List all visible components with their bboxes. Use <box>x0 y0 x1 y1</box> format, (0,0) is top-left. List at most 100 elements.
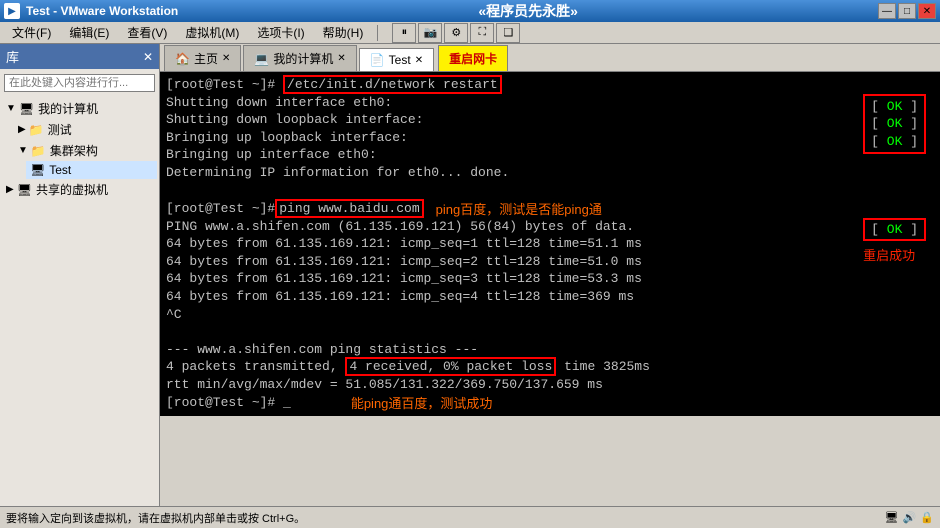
prompt-last: [root@Test ~]# _ <box>166 395 291 410</box>
pause-button[interactable]: ⏸ <box>392 23 416 43</box>
sidebar-item-label: 共享的虚拟机 <box>36 181 108 198</box>
sidebar-item-test-vm[interactable]: 🖥 Test <box>26 161 157 179</box>
title-bar: ▶ Test - VMware Workstation «程序员先永胜» — □… <box>0 0 940 22</box>
menu-separator <box>377 25 378 41</box>
ok-line-3: [ OK ] <box>871 133 918 151</box>
line-ping-data: PING www.a.shifen.com (61.135.169.121) 5… <box>166 218 934 236</box>
close-button[interactable]: ✕ <box>918 3 936 19</box>
sidebar-item-test-folder[interactable]: ▶ 📁 测试 <box>14 119 157 140</box>
toolbar: ⏸ 📷 ⚙ ⛶ ❑ <box>392 23 520 43</box>
status-bar: 要将输入定向到该虚拟机，请在虚拟机内部单击或按 Ctrl+G。 🖥 🔊 🔒 <box>0 506 940 528</box>
line-ip-info: Determining IP information for eth0... d… <box>166 164 934 182</box>
maximize-button[interactable]: □ <box>898 3 916 19</box>
line-bringing-loopback: Bringing up loopback interface: <box>166 129 934 147</box>
ok-text-1: OK <box>887 99 903 114</box>
ok-4-section: [ OK ] 重启成功 <box>863 218 926 264</box>
menu-tab[interactable]: 选项卡(I) <box>249 22 312 43</box>
annotation-ping: ping百度，测试是否能ping通 <box>436 199 602 218</box>
sidebar-header: 库 ✕ <box>0 44 159 69</box>
line-ctrl-c: ^C <box>166 306 934 324</box>
annotation-ping-success: 能ping通百度，测试成功 <box>351 393 493 412</box>
line-rtt: rtt min/avg/max/mdev = 51.085/131.322/36… <box>166 376 934 394</box>
app-icon: ▶ <box>4 3 20 19</box>
menu-view[interactable]: 查看(V) <box>119 22 175 43</box>
title-bar-left: ▶ Test - VMware Workstation <box>4 3 178 19</box>
tab-computer-close[interactable]: ✕ <box>337 53 345 64</box>
tab-computer-icon: 💻 <box>254 52 269 66</box>
sidebar-tree: ▼ 🖥 我的计算机 ▶ 📁 测试 ▼ 📁 集群架构 🖥 Test <box>0 96 159 506</box>
app-window: ▶ Test - VMware Workstation «程序员先永胜» — □… <box>0 0 940 528</box>
sidebar: 库 ✕ ▼ 🖥 我的计算机 ▶ 📁 测试 ▼ 📁 <box>0 44 160 506</box>
menu-file[interactable]: 文件(F) <box>4 22 59 43</box>
taskbar-icon-2: 🔊 <box>903 511 917 524</box>
tab-test-close[interactable]: ✕ <box>415 55 423 66</box>
tab-home-label: 主页 <box>194 50 218 67</box>
window-title: Test - VMware Workstation <box>26 4 178 18</box>
cluster-arrow: ▼ <box>18 145 28 156</box>
vm-icon: 🖥 <box>30 163 45 177</box>
statusbar-icons: 🖥 🔊 🔒 <box>885 511 934 524</box>
folder-icon: 📁 <box>29 123 44 137</box>
ok-line-1: [ OK ] <box>871 98 918 116</box>
sidebar-search-area <box>0 69 159 96</box>
terminal-wrapper: [root@Test ~]# /etc/init.d/network resta… <box>160 72 940 506</box>
sidebar-title: 库 <box>6 47 19 66</box>
tab-home-close[interactable]: ✕ <box>222 53 230 64</box>
unity-button[interactable]: ❑ <box>496 23 520 43</box>
title-center-text: «程序员先永胜» <box>178 1 878 21</box>
terminal-ok-section: Shutting down interface eth0: Shutting d… <box>166 94 934 182</box>
ok-text-4: OK <box>887 222 903 237</box>
menu-vm[interactable]: 虚拟机(M) <box>177 22 247 43</box>
minimize-button[interactable]: — <box>878 3 896 19</box>
computer-icon: 🖥 <box>19 102 34 116</box>
annotation-restart-success: 重启成功 <box>863 245 926 264</box>
tab-test-label: Test <box>389 53 411 67</box>
ok-text-3: OK <box>887 134 903 149</box>
line-icmp4: 64 bytes from 61.135.169.121: icmp_seq=4… <box>166 288 934 306</box>
snapshot-button[interactable]: 📷 <box>418 23 442 43</box>
cmd-ping: ping www.baidu.com <box>275 199 423 218</box>
prompt-ping: [root@Test ~]# <box>166 201 275 216</box>
line-ping-stats-header: --- www.a.shifen.com ping statistics --- <box>166 341 934 359</box>
sidebar-close-button[interactable]: ✕ <box>143 50 153 64</box>
fullscreen-button[interactable]: ⛶ <box>470 23 494 43</box>
sidebar-item-cluster[interactable]: ▼ 📁 集群架构 <box>14 140 157 161</box>
sidebar-item-shared-vm[interactable]: ▶ 🖥 共享的虚拟机 <box>2 179 157 200</box>
tab-restart-network[interactable]: 重启网卡 <box>438 45 508 71</box>
window-controls: — □ ✕ <box>878 3 936 19</box>
tab-test[interactable]: 📄 Test ✕ <box>359 48 434 71</box>
sidebar-item-label: 集群架构 <box>50 142 98 159</box>
blank-line-1 <box>166 181 934 199</box>
line-shutting-loopback: Shutting down loopback interface: <box>166 111 934 129</box>
search-input[interactable] <box>4 74 155 92</box>
line-icmp2: 64 bytes from 61.135.169.121: icmp_seq=2… <box>166 253 934 271</box>
line-bringing-eth0: Bringing up interface eth0: <box>166 146 934 164</box>
tab-computer-label: 我的计算机 <box>273 50 333 67</box>
tab-my-computer[interactable]: 💻 我的计算机 ✕ <box>243 45 356 71</box>
sidebar-item-label: Test <box>49 163 71 177</box>
received-highlight: 4 received, 0% packet loss <box>345 357 556 376</box>
sidebar-item-label: 我的计算机 <box>38 100 98 117</box>
expand-arrow: ▼ <box>6 103 16 114</box>
menu-bar: 文件(F) 编辑(E) 查看(V) 虚拟机(M) 选项卡(I) 帮助(H) ⏸ … <box>0 22 940 44</box>
line-icmp3: 64 bytes from 61.135.169.121: icmp_seq=3… <box>166 270 934 288</box>
tab-home[interactable]: 🏠 主页 ✕ <box>164 45 241 71</box>
blank-line-2 <box>166 323 934 341</box>
settings-button[interactable]: ⚙ <box>444 23 468 43</box>
menu-help[interactable]: 帮助(H) <box>315 22 372 43</box>
tab-bar: 🏠 主页 ✕ 💻 我的计算机 ✕ 📄 Test ✕ 重启网卡 <box>160 44 940 72</box>
cluster-icon: 📁 <box>31 144 46 158</box>
cmd-network-restart: /etc/init.d/network restart <box>283 75 502 94</box>
ok-line-2: [ OK ] <box>871 115 918 133</box>
terminal-line-1: [root@Test ~]# /etc/init.d/network resta… <box>166 76 934 94</box>
right-panel: 🏠 主页 ✕ 💻 我的计算机 ✕ 📄 Test ✕ 重启网卡 <box>160 44 940 506</box>
terminal[interactable]: [root@Test ~]# /etc/init.d/network resta… <box>160 72 940 416</box>
line-ping-stat: 4 packets transmitted, 4 received, 0% pa… <box>166 358 934 376</box>
sidebar-item-my-computer[interactable]: ▼ 🖥 我的计算机 <box>2 98 157 119</box>
taskbar-icon-3: 🔒 <box>920 511 934 524</box>
menu-edit[interactable]: 编辑(E) <box>61 22 117 43</box>
status-text: 要将输入定向到该虚拟机，请在虚拟机内部单击或按 Ctrl+G。 <box>6 510 305 526</box>
shared-icon: 🖥 <box>17 183 32 197</box>
terminal-ping-line: [root@Test ~]# ping www.baidu.com ping百度… <box>166 199 934 218</box>
content-area: 库 ✕ ▼ 🖥 我的计算机 ▶ 📁 测试 ▼ 📁 <box>0 44 940 506</box>
